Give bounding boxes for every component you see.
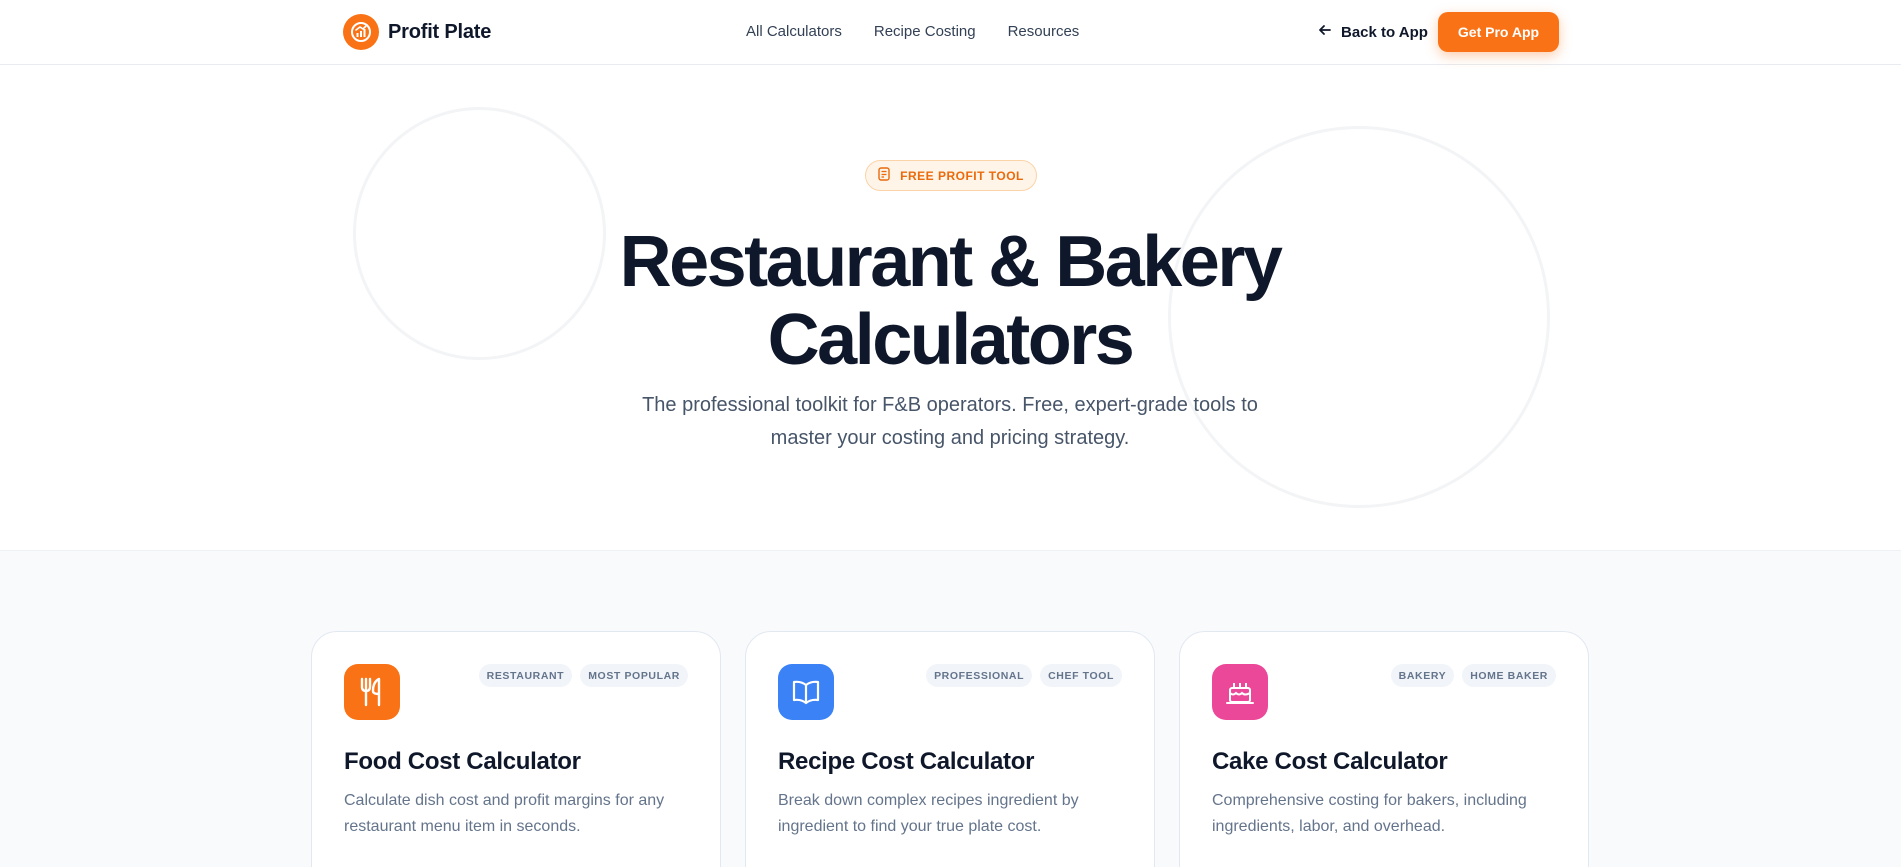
hero-section: FREE PROFIT TOOL Restaurant & Bakery Cal…	[0, 65, 1901, 551]
back-to-app-link[interactable]: Back to App	[1318, 20, 1428, 44]
tag-chef-tool: CHEF TOOL	[1040, 664, 1122, 687]
hero-subtitle: The professional toolkit for F&B operato…	[610, 389, 1290, 455]
calculator-card-food-cost[interactable]: RESTAURANT MOST POPULAR Food Cost Calcul…	[311, 631, 721, 867]
nav-link-resources[interactable]: Resources	[1008, 20, 1080, 44]
card-description-line-1: Calculate dish cost and profit margins f…	[344, 792, 665, 809]
card-description: Calculate dish cost and profit margins f…	[344, 788, 689, 840]
tag-most-popular: MOST POPULAR	[580, 664, 688, 687]
free-tool-badge: FREE PROFIT TOOL	[865, 160, 1037, 191]
page-title: Restaurant & Bakery Calculators	[400, 223, 1500, 379]
card-tags: PROFESSIONAL CHEF TOOL	[926, 664, 1122, 687]
tag-professional: PROFESSIONAL	[926, 664, 1033, 687]
card-title: Food Cost Calculator	[344, 748, 581, 775]
book-open-icon	[778, 664, 834, 720]
card-tags: BAKERY HOME BAKER	[1390, 664, 1556, 687]
calculator-card-recipe-cost[interactable]: PROFESSIONAL CHEF TOOL Recipe Cost Calcu…	[745, 631, 1155, 867]
cake-icon	[1212, 664, 1268, 720]
tag-bakery: BAKERY	[1390, 664, 1455, 687]
arrow-left-icon	[1318, 23, 1332, 41]
get-pro-app-button[interactable]: Get Pro App	[1438, 12, 1559, 52]
card-description: Break down complex recipes ingredient by…	[778, 788, 1123, 840]
brand-name: Profit Plate	[388, 20, 492, 43]
card-description-line-2: ingredient to find your true plate cost.	[778, 818, 1042, 835]
brand-home-link[interactable]: Profit Plate	[343, 14, 491, 50]
title-line-1: Restaurant & Bakery	[619, 222, 1283, 302]
card-description-line-1: Comprehensive costing for bakers, includ…	[1212, 792, 1527, 809]
tag-restaurant: RESTAURANT	[478, 664, 573, 687]
chart-coin-logo-icon	[343, 14, 379, 50]
card-title: Recipe Cost Calculator	[778, 748, 1035, 775]
calculator-icon	[878, 167, 890, 184]
card-title: Cake Cost Calculator	[1212, 748, 1448, 775]
tag-home-baker: HOME BAKER	[1462, 664, 1556, 687]
card-description-line-1: Break down complex recipes ingredient by	[778, 792, 1079, 809]
utensils-icon	[344, 664, 400, 720]
nav-link-all-calculators[interactable]: All Calculators	[746, 20, 842, 44]
card-tags: RESTAURANT MOST POPULAR	[478, 664, 688, 687]
calculator-card-cake-cost[interactable]: BAKERY HOME BAKER Cake Cost Calculator C…	[1179, 631, 1589, 867]
badge-label: FREE PROFIT TOOL	[900, 168, 1024, 183]
main-nav: All Calculators Recipe Costing Resources	[746, 20, 1079, 44]
card-description: Comprehensive costing for bakers, includ…	[1212, 788, 1557, 840]
subtitle-line-2: master your costing and pricing strategy…	[770, 427, 1130, 449]
title-line-2: Calculators	[767, 300, 1135, 380]
back-to-app-label: Back to App	[1341, 23, 1428, 41]
top-navigation: Profit Plate All Calculators Recipe Cost…	[0, 0, 1901, 65]
card-description-line-2: ingredients, labor, and overhead.	[1212, 818, 1446, 835]
card-description-line-2: restaurant menu item in seconds.	[344, 818, 581, 835]
subtitle-line-1: The professional toolkit for F&B operato…	[642, 394, 1258, 416]
nav-link-recipe-costing[interactable]: Recipe Costing	[874, 20, 976, 44]
